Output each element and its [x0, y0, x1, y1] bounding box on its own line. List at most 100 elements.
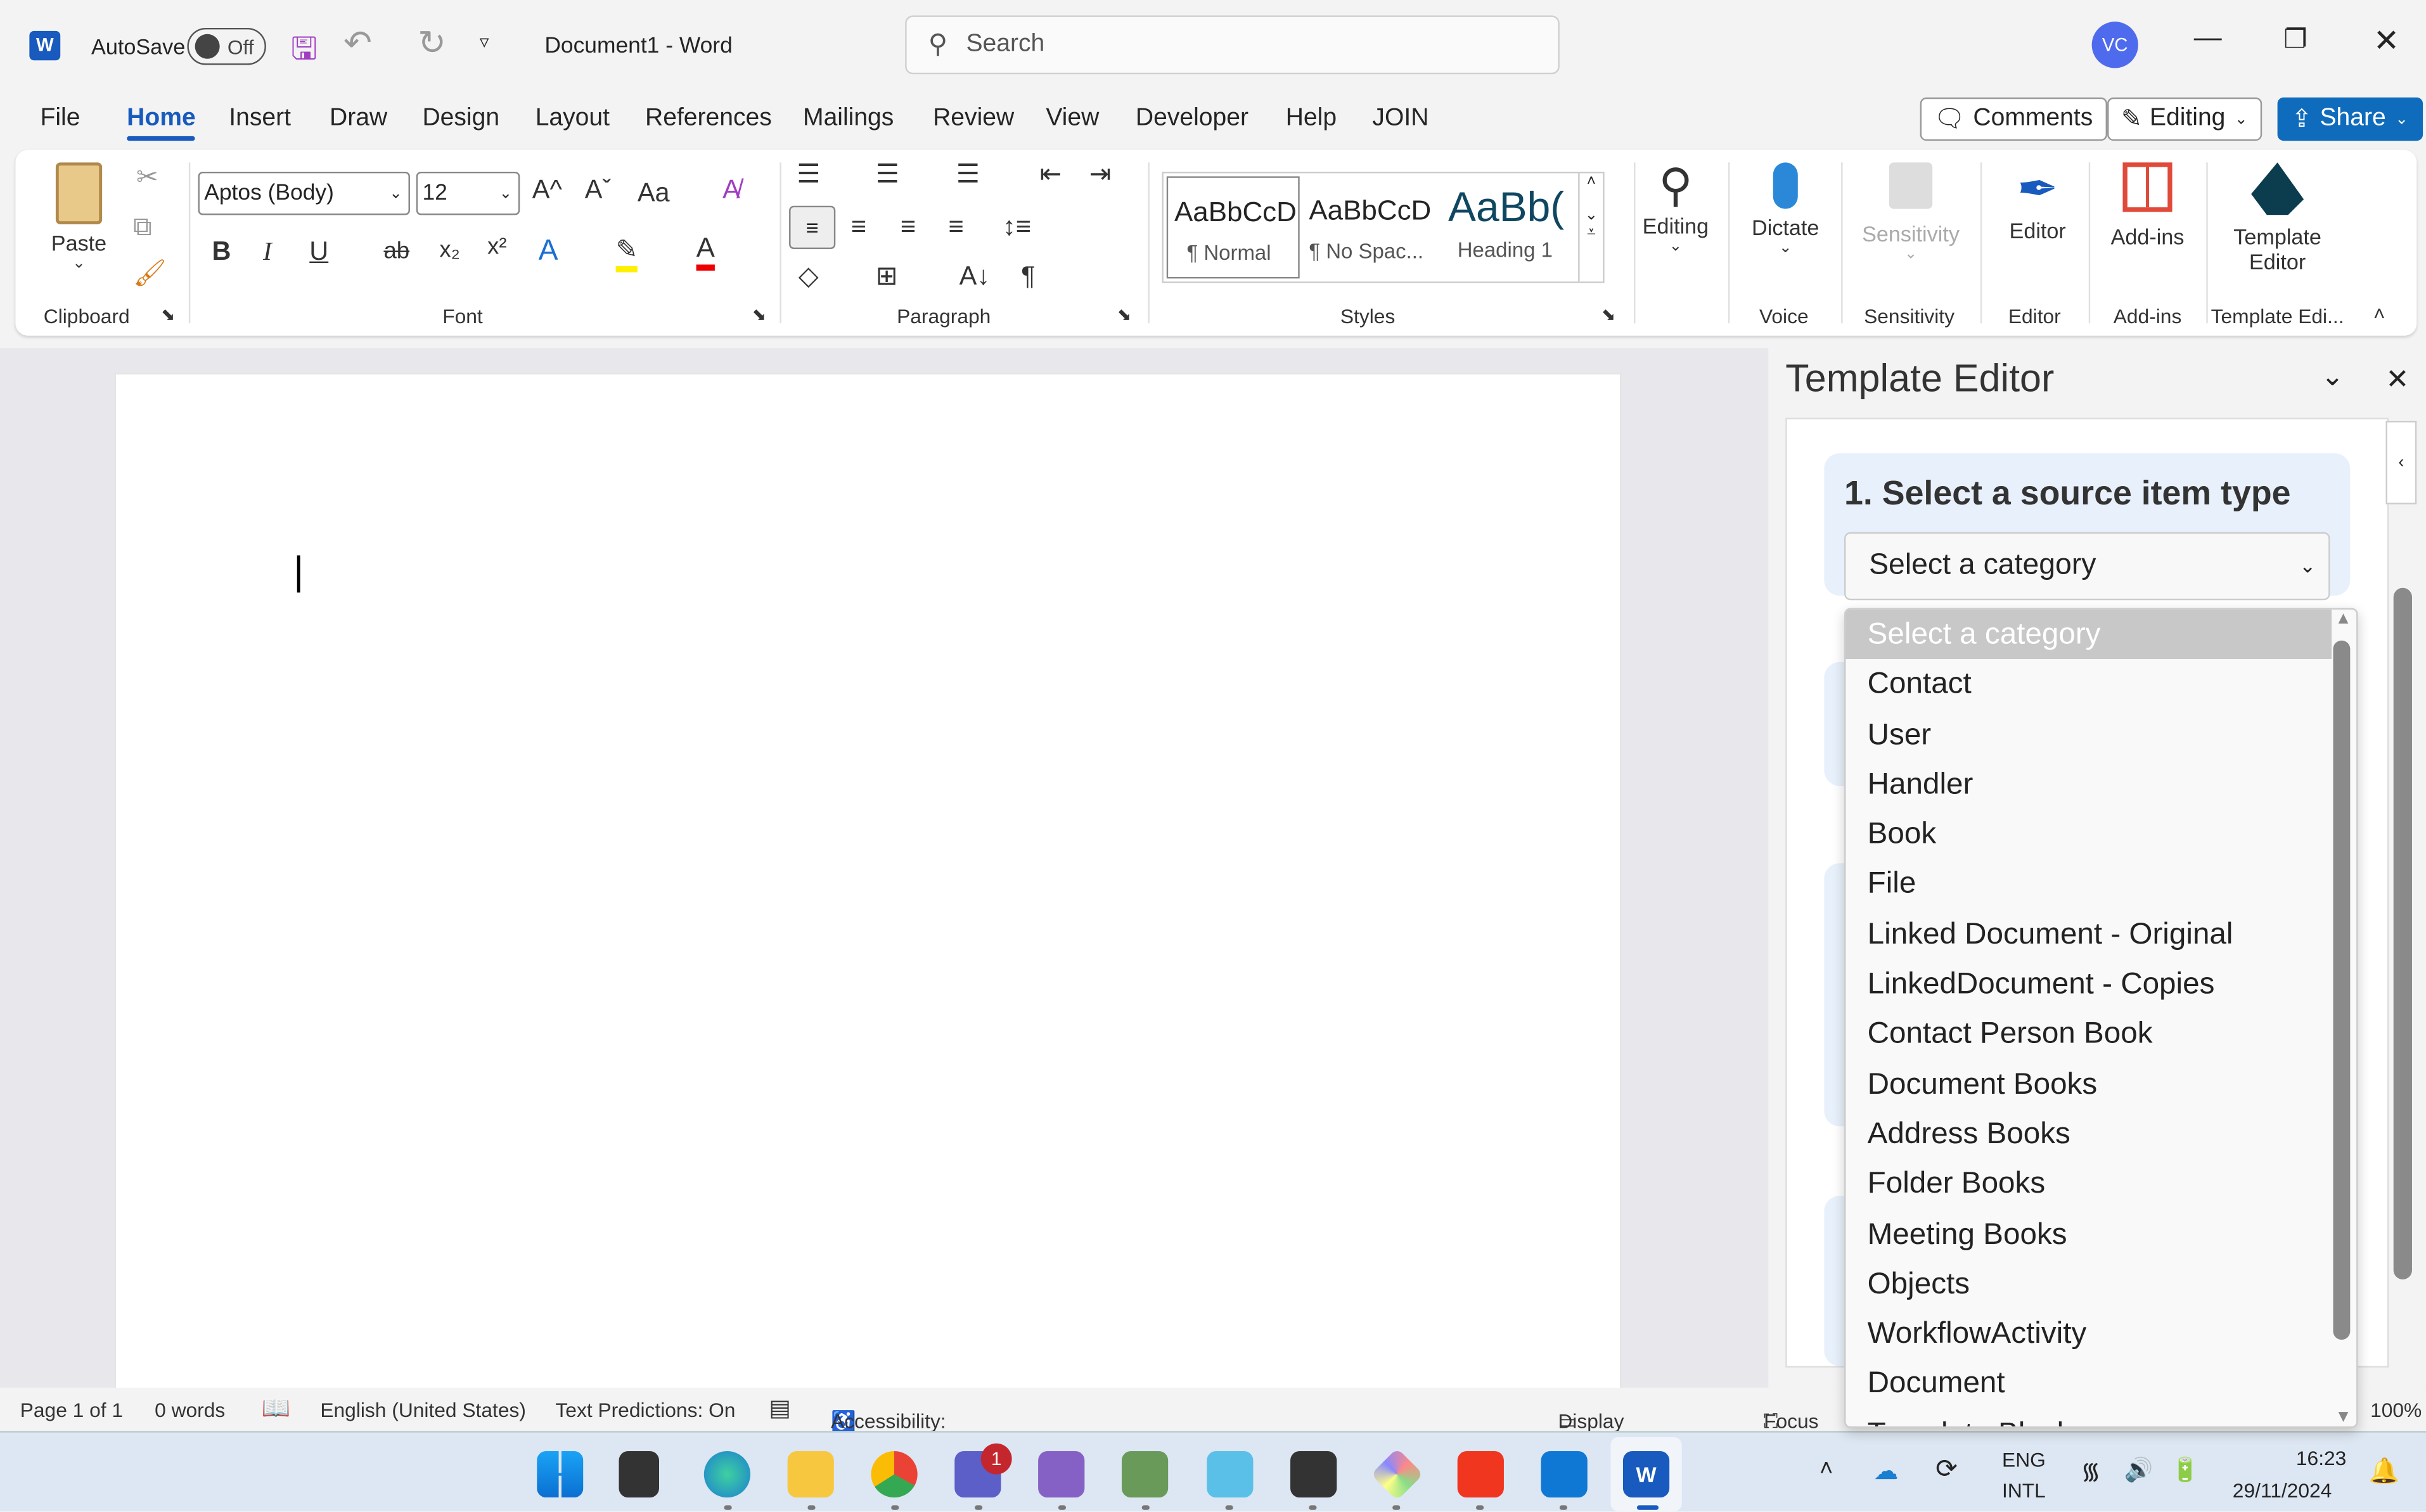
dropdown-option[interactable]: File [1845, 859, 2332, 909]
page-count[interactable]: Page 1 of 1 [20, 1399, 123, 1422]
dropdown-option[interactable]: LinkedDocument - Copies [1845, 959, 2332, 1009]
show-formatting-icon[interactable]: ¶ [1021, 262, 1035, 293]
multilevel-list-icon[interactable]: ☰ [956, 159, 980, 190]
tab-home[interactable]: Home [127, 105, 196, 133]
start-icon[interactable] [537, 1451, 584, 1498]
strikethrough-button[interactable]: ab [383, 238, 409, 265]
grow-font-icon[interactable]: A^ [532, 175, 562, 206]
dialog-launcher-icon[interactable]: ⬊ [1601, 305, 1616, 324]
line-spacing-icon[interactable]: ↕≡ [1003, 212, 1031, 243]
sort-icon[interactable]: A↓ [959, 262, 990, 293]
tab-view[interactable]: View [1046, 105, 1099, 133]
minimize-icon[interactable]: — [2194, 22, 2222, 54]
tab-draw[interactable]: Draw [330, 105, 387, 133]
notification-bell-icon[interactable]: 🔔 [2369, 1456, 2400, 1487]
highlight-icon[interactable]: ✎ [615, 235, 638, 272]
tab-file[interactable]: File [40, 105, 80, 133]
dropdown-option[interactable]: Book [1845, 809, 2332, 859]
clear-formatting-icon[interactable]: A̸ [722, 175, 740, 206]
restore-icon[interactable]: ❐ [2283, 25, 2307, 56]
show-hidden-icons-icon[interactable]: ˄ [1819, 1456, 1833, 1482]
template-editor-button[interactable]: Template Editor [2219, 159, 2337, 274]
document-page[interactable] [114, 373, 1622, 1394]
app-icon[interactable] [1371, 1448, 1423, 1501]
dropdown-option[interactable]: User [1845, 710, 2332, 760]
tab-layout[interactable]: Layout [536, 105, 610, 133]
borders-icon[interactable]: ⊞ [876, 262, 898, 293]
dropdown-option[interactable]: Contact [1845, 660, 2332, 710]
style-heading-1[interactable]: AaBb(Heading 1 [1445, 176, 1578, 278]
comments-button[interactable]: 🗨 Comments [1920, 97, 2107, 141]
app-icon[interactable] [1457, 1451, 1504, 1498]
bold-button[interactable]: B [212, 237, 231, 268]
dropdown-option[interactable]: Handler [1845, 759, 2332, 809]
chrome-icon[interactable] [871, 1451, 918, 1498]
edge-icon[interactable] [703, 1451, 751, 1498]
search-box[interactable]: ⚲ Search [905, 15, 1560, 75]
sensitivity-button[interactable]: Sensitivity ⌄ [1857, 159, 1965, 263]
increase-indent-icon[interactable]: ⇥ [1089, 159, 1112, 190]
dialog-launcher-icon[interactable]: ⬊ [161, 305, 176, 324]
onedrive-icon[interactable]: ☁ [1873, 1456, 1898, 1487]
numbering-icon[interactable]: ☰ [876, 159, 899, 190]
task-view-icon[interactable] [619, 1451, 659, 1498]
save-icon[interactable]: 🖫 [291, 27, 318, 79]
input-layout[interactable]: INTL [2002, 1479, 2046, 1502]
dropdown-option[interactable]: Template Block [1845, 1409, 2332, 1426]
editing-button[interactable]: ⚲ Editing ⌄ [1640, 159, 1711, 255]
shading-icon[interactable]: ◇ [799, 262, 819, 293]
tab-design[interactable]: Design [422, 105, 499, 133]
zoom-level[interactable]: 100% [2370, 1399, 2422, 1422]
sync-icon[interactable]: ⟳ [1935, 1454, 1958, 1485]
editing-mode-button[interactable]: ✎ Editing ⌄ [2107, 97, 2262, 141]
dictate-button[interactable]: Dictate ⌄ [1742, 159, 1829, 257]
tab-mailings[interactable]: Mailings [803, 105, 894, 133]
terminal-icon[interactable] [1290, 1451, 1337, 1498]
avatar[interactable]: VC [2091, 22, 2138, 68]
clock-time[interactable]: 16:23 [2296, 1447, 2346, 1470]
dropdown-option[interactable]: Meeting Books [1845, 1209, 2332, 1259]
editor-button[interactable]: ✒ Editor [1999, 159, 2076, 243]
cut-icon[interactable]: ✂ [136, 162, 158, 193]
font-color-icon[interactable]: A [696, 232, 715, 271]
word-count[interactable]: 0 words [155, 1399, 225, 1422]
text-predictions-status[interactable]: Text Predictions: On [555, 1399, 735, 1422]
close-pane-icon[interactable]: ✕ [2385, 364, 2409, 396]
wifi-icon[interactable]: ᯾ [2081, 1456, 2101, 1487]
category-select[interactable]: Select a category ⌄ [1844, 532, 2330, 601]
dropdown-scrollbar[interactable] [2333, 640, 2351, 1340]
tab-insert[interactable]: Insert [229, 105, 291, 133]
tab-review[interactable]: Review [933, 105, 1014, 133]
tab-help[interactable]: Help [1286, 105, 1337, 133]
language-status[interactable]: English (United States) [320, 1399, 526, 1422]
scroll-down-icon[interactable]: ▼ [2335, 1408, 2352, 1426]
visual-studio-icon[interactable] [1038, 1451, 1085, 1498]
subscript-button[interactable]: x₂ [439, 237, 460, 264]
dropdown-option[interactable]: Select a category [1845, 609, 2332, 660]
dialog-launcher-icon[interactable]: ⬊ [752, 305, 766, 324]
customize-toolbar-icon[interactable]: ▿ [480, 31, 489, 53]
align-right-icon[interactable]: ≡ [901, 212, 916, 243]
volume-icon[interactable]: 🔊 [2124, 1456, 2153, 1484]
justify-icon[interactable]: ≡ [949, 212, 964, 243]
proofing-icon[interactable]: 📖 [262, 1394, 291, 1422]
collapse-side-icon[interactable]: ‹ [2385, 421, 2417, 504]
add-ins-button[interactable]: Add-ins [2101, 159, 2193, 249]
text-effects-icon[interactable]: A [539, 235, 558, 269]
outlook-icon[interactable] [1541, 1451, 1588, 1498]
align-center-icon[interactable]: ≡ [851, 212, 866, 243]
scroll-up-icon[interactable]: ▲ [2335, 610, 2352, 628]
bullets-icon[interactable]: ☰ [797, 159, 820, 190]
collapse-ribbon-icon[interactable]: ˄ [2373, 302, 2385, 325]
align-left-button[interactable]: ≡ [789, 205, 836, 250]
tab-developer[interactable]: Developer [1136, 105, 1248, 133]
word-taskbar-icon[interactable]: W [1622, 1451, 1670, 1498]
close-icon[interactable]: ✕ [2373, 22, 2399, 60]
pane-scrollbar[interactable] [2393, 587, 2412, 1279]
format-painter-icon[interactable]: 🖌 [133, 259, 167, 290]
dropdown-option[interactable]: Document Books [1845, 1059, 2332, 1109]
decrease-indent-icon[interactable]: ⇤ [1040, 159, 1062, 190]
tab-join[interactable]: JOIN [1372, 105, 1428, 133]
dropdown-option[interactable]: Address Books [1845, 1109, 2332, 1159]
styles-scroll[interactable]: ˄ ⌄ ⩡ [1578, 173, 1603, 282]
